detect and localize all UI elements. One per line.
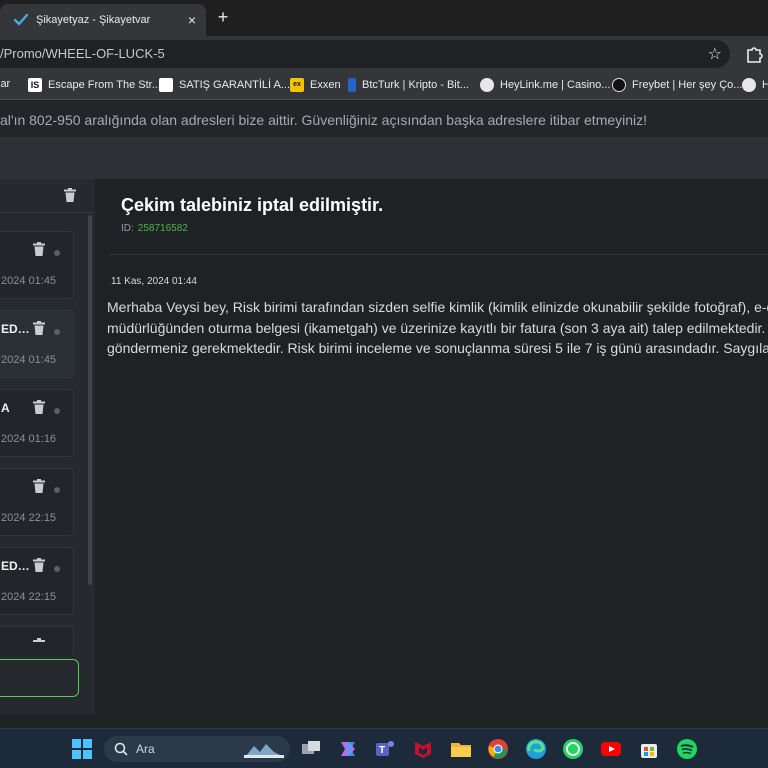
ticket-card[interactable]: ED… 2024 22:15: [0, 547, 74, 615]
tab-title: Şikayetyaz - Şikayetvar: [36, 14, 151, 26]
ticket-card-title: A: [1, 401, 10, 415]
bookmark-favicon-icon: [159, 78, 173, 92]
browser-tab[interactable]: Şikayetyaz - Şikayetvar ×: [0, 4, 206, 36]
bookmark-item[interactable]: ex Exxen: [290, 78, 341, 92]
ticket-card-title: ED…: [1, 322, 30, 336]
message-date: 11 Kas, 2024 01:44: [111, 276, 197, 287]
chrome-icon[interactable]: [487, 738, 509, 760]
bookmark-favicon-icon: [612, 78, 626, 92]
bookmark-label: Exxen: [310, 79, 341, 91]
bookmark-favicon-icon: ex: [290, 78, 304, 92]
checkmark-icon: [14, 13, 28, 26]
trash-icon[interactable]: [33, 400, 45, 414]
bookmark-item[interactable]: lar: [0, 78, 10, 90]
file-explorer-icon[interactable]: [450, 738, 472, 760]
trash-icon[interactable]: [64, 188, 76, 202]
ticket-card[interactable]: ED… 2024 01:45: [0, 310, 74, 378]
ticket-card-time: 2024 01:16: [1, 433, 57, 445]
trash-icon[interactable]: [33, 558, 45, 572]
ticket-card-time: 2024 01:45: [1, 275, 57, 287]
task-view-icon[interactable]: [300, 738, 322, 760]
ticket-card-title: ED…: [1, 559, 30, 573]
ticket-id-label: ID:: [121, 223, 134, 234]
taskbar: Ara T: [0, 728, 768, 768]
security-notice-banner: al'ın 802-950 aralığında olan adresleri …: [0, 101, 768, 137]
bookmarks-bar: lar IS Escape From The Str... SATIŞ GARA…: [0, 72, 768, 100]
youtube-icon[interactable]: [600, 738, 622, 760]
bookmark-label: HeyLink.me | Casino...: [500, 79, 611, 91]
ticket-sidebar: 2024 01:45 ED… 2024 01:45 A 2024 01:16 2…: [0, 179, 95, 714]
bookmark-item[interactable]: Freybet | Her şey Ço...: [612, 78, 742, 92]
bookmark-label: H: [762, 79, 768, 91]
bookmark-favicon-icon: [480, 78, 494, 92]
bookmark-label: Escape From The Str...: [48, 79, 161, 91]
new-ticket-button[interactable]: [0, 659, 79, 697]
bookmark-item[interactable]: H: [742, 78, 768, 92]
status-dot: [54, 566, 60, 572]
extensions-puzzle-icon[interactable]: [744, 44, 764, 64]
ticket-id: ID: 258716582: [121, 223, 188, 234]
bookmark-favicon-icon: [348, 78, 356, 92]
svg-text:T: T: [379, 745, 385, 756]
teams-icon[interactable]: T: [374, 738, 396, 760]
status-dot: [54, 250, 60, 256]
bookmark-item[interactable]: BtcTurk | Kripto - Bit...: [348, 78, 469, 92]
taskbar-search[interactable]: Ara: [104, 736, 290, 762]
ticket-subject: Çekim talebiniz iptal edilmiştir.: [121, 195, 384, 215]
search-label: Ara: [136, 742, 155, 756]
whatsapp-icon[interactable]: [562, 738, 584, 760]
bookmark-item[interactable]: IS Escape From The Str...: [28, 78, 161, 92]
ticket-card[interactable]: A 2024 01:16: [0, 389, 74, 457]
message-body: Merhaba Veysi bey, Risk birimi tarafında…: [107, 297, 768, 359]
bookmark-favicon-icon: [742, 78, 756, 92]
ticket-id-value: 258716582: [137, 223, 188, 234]
trash-icon[interactable]: [33, 242, 45, 256]
message-line: göndermeniz gerekmektedir. Risk birimi i…: [107, 340, 768, 356]
status-dot: [54, 329, 60, 335]
site-navbar: [0, 137, 768, 179]
search-icon: [114, 742, 128, 756]
browser-toolbar: /Promo/WHEEL-OF-LUCK-5 ☆: [0, 36, 768, 72]
bookmark-favicon-icon: IS: [28, 78, 42, 92]
bookmark-label: Freybet | Her şey Ço...: [632, 79, 743, 91]
status-dot: [54, 408, 60, 414]
address-bar[interactable]: /Promo/WHEEL-OF-LUCK-5 ☆: [0, 40, 730, 68]
ticket-card-time: 2024 01:45: [1, 354, 57, 366]
trash-icon[interactable]: [33, 479, 45, 493]
trash-icon[interactable]: [33, 321, 45, 335]
status-dot: [54, 487, 60, 493]
ticket-card-time: 2024 22:15: [1, 512, 57, 524]
ticket-detail: Çekim talebiniz iptal edilmiştir. ID: 258…: [95, 179, 768, 714]
main-area: 2024 01:45 ED… 2024 01:45 A 2024 01:16 2…: [0, 179, 768, 714]
bookmark-label: BtcTurk | Kripto - Bit...: [362, 79, 469, 91]
copilot-icon[interactable]: [337, 738, 359, 760]
ticket-card[interactable]: [0, 626, 74, 656]
search-highlight-icon: [244, 744, 284, 758]
bookmark-star-icon[interactable]: ☆: [708, 44, 722, 64]
page-bottom: [0, 714, 768, 728]
tab-close-icon[interactable]: ×: [188, 11, 196, 29]
microsoft-store-icon[interactable]: [638, 738, 660, 760]
message-line: Merhaba Veysi bey, Risk birimi tarafında…: [107, 299, 768, 315]
trash-icon[interactable]: [33, 637, 45, 645]
mcafee-icon[interactable]: [412, 738, 434, 760]
message-line: müdürlüğünden oturma belgesi (ikametgah)…: [107, 319, 768, 336]
divider: [109, 254, 768, 255]
spotify-icon[interactable]: [676, 738, 698, 760]
browser-tab-strip: Şikayetyaz - Şikayetvar × +: [0, 0, 768, 36]
ticket-card-time: 2024 22:15: [1, 591, 57, 603]
bookmark-item[interactable]: SATIŞ GARANTİLİ A...: [159, 78, 290, 92]
new-tab-button[interactable]: +: [214, 6, 232, 28]
windows-start-icon[interactable]: [71, 738, 93, 760]
bookmark-label: lar: [0, 78, 11, 90]
bookmark-label: SATIŞ GARANTİLİ A...: [179, 79, 291, 91]
edge-icon[interactable]: [525, 738, 547, 760]
url-text: /Promo/WHEEL-OF-LUCK-5: [0, 46, 165, 61]
ticket-card[interactable]: 2024 22:15: [0, 468, 74, 536]
ticket-card[interactable]: 2024 01:45: [0, 231, 74, 299]
sidebar-scrollbar[interactable]: [88, 215, 92, 585]
sidebar-header: [0, 179, 95, 213]
bookmark-item[interactable]: HeyLink.me | Casino...: [480, 78, 610, 92]
